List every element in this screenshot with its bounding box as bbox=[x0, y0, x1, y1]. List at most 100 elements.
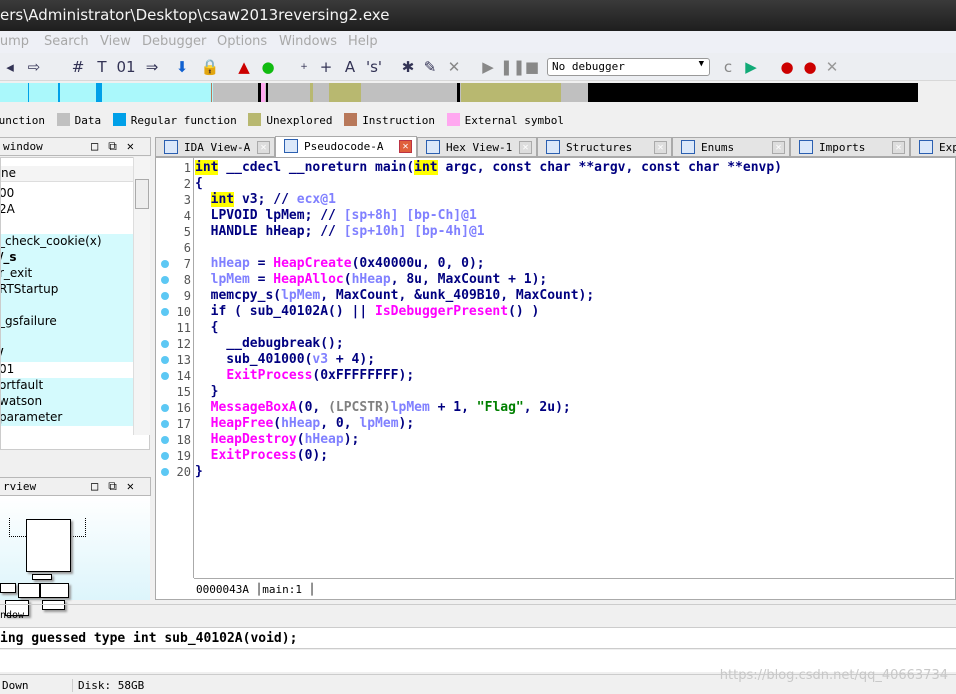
breakpoint-dot-icon[interactable] bbox=[161, 452, 169, 460]
lock-icon[interactable]: 🔒 bbox=[200, 57, 220, 77]
breakpoint-dot-icon[interactable] bbox=[161, 340, 169, 348]
menu-jump[interactable]: Jump bbox=[0, 34, 29, 49]
close-icon[interactable]: ✕ bbox=[892, 141, 905, 154]
function-row[interactable]: / bbox=[1, 346, 133, 362]
code-line[interactable]: __debugbreak(); bbox=[195, 336, 343, 352]
code-line[interactable]: ExitProcess(0xFFFFFFFF); bbox=[195, 368, 414, 384]
tab-ida-view-a[interactable]: IDA View-A ✕ bbox=[155, 137, 275, 157]
code-line[interactable]: hHeap = HeapCreate(0x40000u, 0, 0); bbox=[195, 256, 485, 272]
run-c-icon[interactable]: ▶ bbox=[741, 57, 761, 77]
function-row[interactable] bbox=[1, 330, 133, 346]
breakpoint-dot-icon[interactable] bbox=[161, 404, 169, 412]
column-header[interactable]: ne bbox=[1, 166, 135, 182]
attach-icon[interactable]: c bbox=[718, 57, 738, 77]
vertical-scrollbar[interactable] bbox=[133, 157, 150, 435]
tab-exports[interactable]: Exports bbox=[910, 137, 956, 157]
struct-icon[interactable]: 's' bbox=[364, 57, 384, 77]
breakpoint-dot-icon[interactable] bbox=[161, 420, 169, 428]
function-row[interactable]: 2A bbox=[1, 202, 133, 218]
function-row[interactable]: RTStartup bbox=[1, 282, 133, 298]
function-row[interactable]: watson bbox=[1, 394, 133, 410]
code-line[interactable]: int v3; // ecx@1 bbox=[195, 192, 336, 208]
pseudocode-view[interactable]: 1 2 3 4 5 6 7 8 9 10 11 12 13 14 15 16 17 18 19 20 int __cd… bbox=[155, 157, 956, 600]
close-icon[interactable]: ✕ bbox=[399, 140, 412, 153]
code-line[interactable]: } bbox=[195, 464, 203, 480]
warning-icon[interactable]: ▲ bbox=[234, 57, 254, 77]
forward-arrow-icon[interactable]: ⇨ bbox=[24, 57, 44, 77]
binoculars-hash-icon[interactable]: # bbox=[68, 57, 88, 77]
menu-help[interactable]: Help bbox=[348, 34, 378, 49]
navigation-band[interactable] bbox=[0, 83, 918, 102]
stop-icon[interactable]: ■ bbox=[522, 57, 542, 77]
rename-icon[interactable]: ✎ bbox=[420, 57, 440, 77]
function-row[interactable]: ortfault bbox=[1, 378, 133, 394]
code-line[interactable]: HeapDestroy(hHeap); bbox=[195, 432, 360, 448]
close-icon[interactable]: ✕ bbox=[519, 141, 532, 154]
down-arrow-icon[interactable]: ⬇ bbox=[172, 57, 192, 77]
function-row[interactable] bbox=[1, 298, 133, 314]
window-buttons-icon[interactable]: □⧉✕ bbox=[91, 479, 144, 494]
function-row[interactable]: 00 bbox=[1, 186, 133, 202]
breakpoint-list-icon[interactable]: ● bbox=[777, 57, 797, 77]
code-icon[interactable]: + bbox=[294, 57, 314, 77]
function-row[interactable]: parameter bbox=[1, 410, 133, 426]
binoculars-text-icon[interactable]: T bbox=[92, 57, 112, 77]
menu-search[interactable]: Search bbox=[44, 34, 89, 49]
code-line[interactable]: HeapFree(hHeap, 0, lpMem); bbox=[195, 416, 415, 432]
breakpoint-dot-icon[interactable] bbox=[161, 372, 169, 380]
delete-breakpoint-icon[interactable]: ✕ bbox=[822, 57, 842, 77]
breakpoint-dot-icon[interactable] bbox=[161, 356, 169, 364]
debugger-select[interactable]: No debugger ▼ bbox=[547, 58, 710, 76]
code-line[interactable]: } bbox=[195, 384, 219, 400]
function-row[interactable]: /_s bbox=[1, 250, 133, 266]
tab-hex-view-1[interactable]: Hex View-1 ✕ bbox=[417, 137, 537, 157]
tab-structures[interactable]: Structures ✕ bbox=[537, 137, 672, 157]
code-line[interactable]: memcpy_s(lpMem, MaxCount, &unk_409B10, M… bbox=[195, 288, 595, 304]
window-buttons-icon[interactable]: □⧉✕ bbox=[91, 139, 144, 154]
function-row[interactable] bbox=[1, 218, 133, 234]
code-line[interactable]: { bbox=[195, 320, 219, 336]
breakpoint-dot-icon[interactable] bbox=[161, 436, 169, 444]
close-icon[interactable]: ✕ bbox=[772, 141, 785, 154]
menu-debugger[interactable]: Debugger bbox=[142, 34, 206, 49]
function-row[interactable]: 01 bbox=[1, 362, 133, 378]
add-breakpoint-icon[interactable]: ● bbox=[800, 57, 820, 77]
function-row[interactable]: r_exit bbox=[1, 266, 133, 282]
breakpoint-dot-icon[interactable] bbox=[161, 260, 169, 268]
code-line[interactable]: { bbox=[195, 176, 203, 192]
menu-options[interactable]: Options bbox=[217, 34, 267, 49]
code-line[interactable]: LPVOID lpMem; // [sp+8h] [bp-Ch]@1 bbox=[195, 208, 477, 224]
breakpoint-dot-icon[interactable] bbox=[161, 308, 169, 316]
close-icon[interactable]: ✕ bbox=[257, 141, 270, 154]
binoculars-binary-icon[interactable]: 01 bbox=[116, 57, 136, 77]
tab-imports[interactable]: Imports ✕ bbox=[790, 137, 910, 157]
menu-windows[interactable]: Windows bbox=[279, 34, 337, 49]
code-line[interactable]: ExitProcess(0); bbox=[195, 448, 328, 464]
close-icon[interactable]: ✕ bbox=[654, 141, 667, 154]
array-icon[interactable]: ✱ bbox=[398, 57, 418, 77]
tab-pseudocode-a[interactable]: Pseudocode-A ✕ bbox=[275, 136, 417, 158]
play-icon[interactable]: ▶ bbox=[478, 57, 498, 77]
breakpoint-dot-icon[interactable] bbox=[161, 468, 169, 476]
function-row[interactable]: _gsfailure bbox=[1, 314, 133, 330]
green-circle-icon[interactable]: ● bbox=[258, 57, 278, 77]
back-arrow-icon[interactable]: ◂ bbox=[0, 57, 20, 77]
functions-list[interactable]: ne 00 2A _check_cookie(x)/_s r_exit RTStartu… bbox=[0, 157, 150, 450]
jump-icon[interactable]: ⇒ bbox=[142, 57, 162, 77]
code-line[interactable]: if ( sub_40102A() || IsDebuggerPresent()… bbox=[195, 304, 540, 320]
data-icon[interactable]: + bbox=[316, 57, 336, 77]
ascii-icon[interactable]: A bbox=[340, 57, 360, 77]
pause-icon[interactable]: ❚❚ bbox=[500, 57, 525, 77]
code-line[interactable]: MessageBoxA(0, (LPCSTR)lpMem + 1, "Flag"… bbox=[195, 400, 571, 416]
code-line[interactable]: HANDLE hHeap; // [sp+10h] [bp-4h]@1 bbox=[195, 224, 485, 240]
menu-view[interactable]: View bbox=[100, 34, 131, 49]
function-row[interactable]: _check_cookie(x) bbox=[1, 234, 133, 250]
code-line[interactable]: sub_401000(v3 + 4); bbox=[195, 352, 375, 368]
code-line[interactable]: lpMem = HeapAlloc(hHeap, 8u, MaxCount + … bbox=[195, 272, 548, 288]
code-line[interactable]: int __cdecl __noreturn main(int argc, co… bbox=[195, 160, 782, 176]
tab-enums[interactable]: Enums ✕ bbox=[672, 137, 790, 157]
breakpoint-dot-icon[interactable] bbox=[161, 292, 169, 300]
graph-canvas[interactable] bbox=[0, 496, 150, 616]
undefine-icon[interactable]: ✕ bbox=[444, 57, 464, 77]
breakpoint-dot-icon[interactable] bbox=[161, 276, 169, 284]
